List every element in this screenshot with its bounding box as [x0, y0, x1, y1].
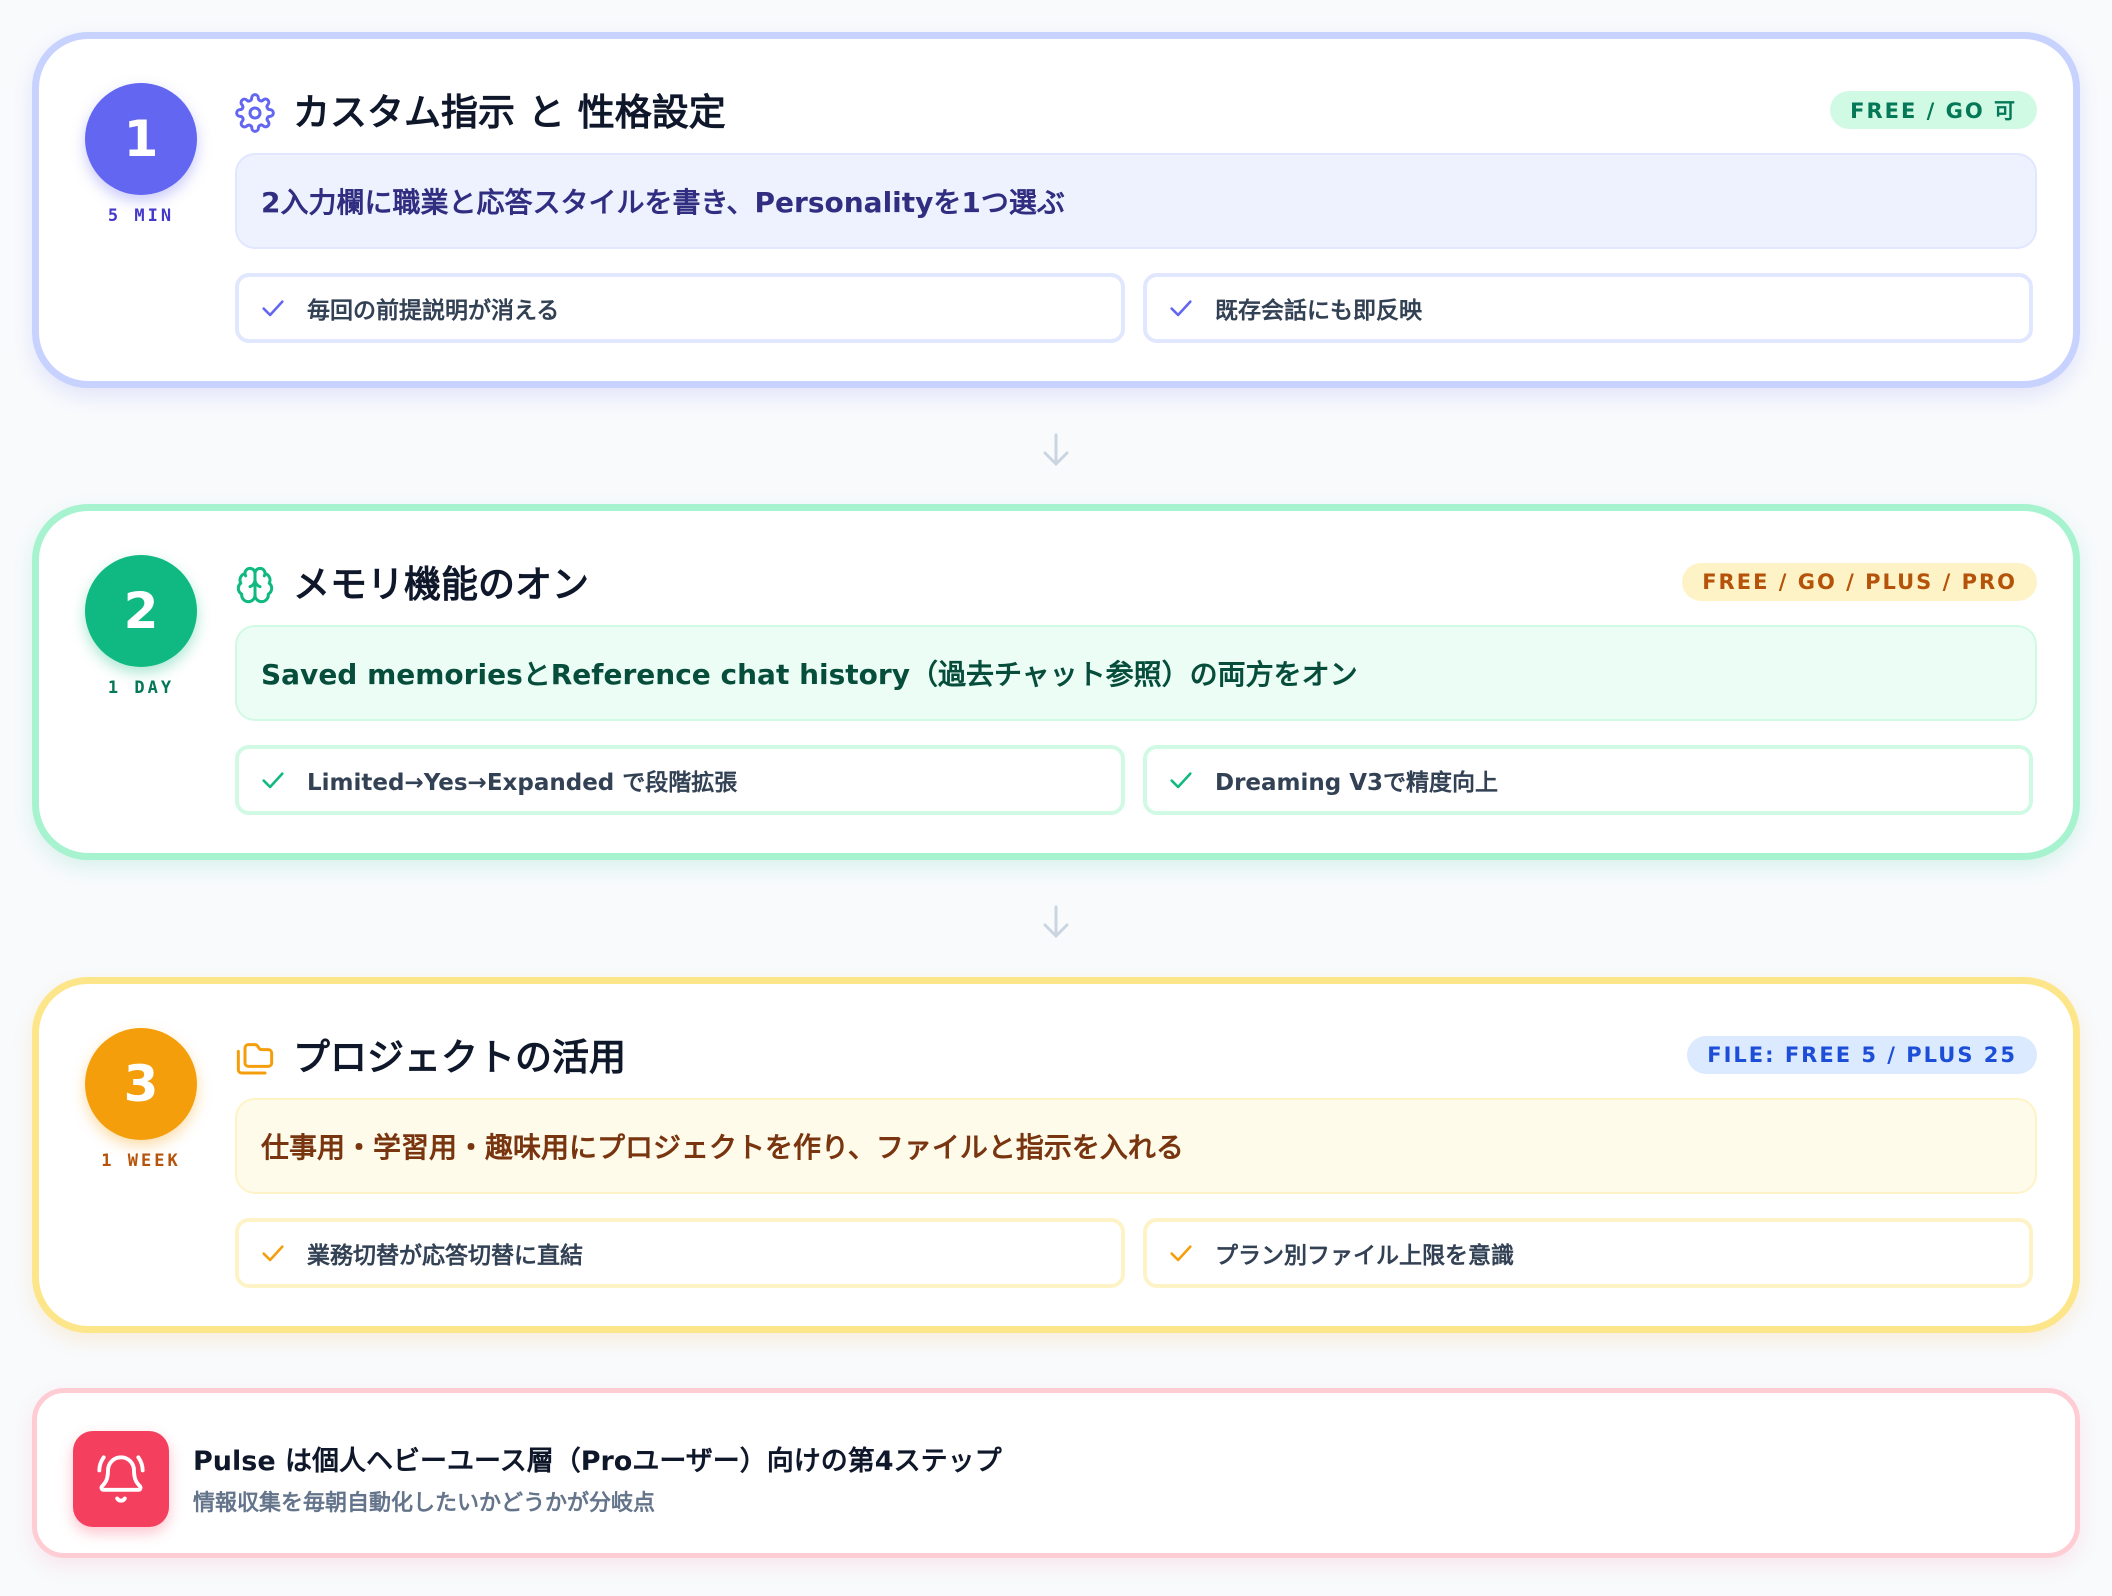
- step-action: 2入力欄に職業と応答スタイルを書き、Personalityを1つ選ぶ: [235, 153, 2037, 249]
- plan-badge: FREE / GO / PLUS / PRO: [1682, 563, 2037, 601]
- check-icon: [262, 1245, 284, 1262]
- benefit-item: Dreaming V3で精度向上: [1143, 745, 2033, 815]
- step-title: メモリ機能のオン: [293, 563, 589, 606]
- step-duration: 1 WEEK: [101, 1151, 181, 1171]
- check-icon: [1170, 300, 1192, 317]
- benefit-item: プラン別ファイル上限を意識: [1143, 1218, 2033, 1288]
- brain-icon: [236, 566, 274, 604]
- steps-page: 1 5 MIN カスタム指示 と 性格設定 FREE / GO 可 2入力欄に職…: [0, 0, 2112, 1596]
- benefit-text: 毎回の前提説明が消える: [307, 298, 560, 324]
- step-duration: 1 DAY: [107, 678, 175, 698]
- folders-icon: [236, 1043, 274, 1075]
- step-number-badge: 2: [85, 555, 197, 667]
- step-duration: 5 MIN: [107, 206, 175, 226]
- bell-ring-icon: [97, 1455, 145, 1503]
- plan-badge: FILE: FREE 5 / PLUS 25: [1687, 1036, 2037, 1074]
- step-card-1: 1 5 MIN カスタム指示 と 性格設定 FREE / GO 可 2入力欄に職…: [32, 32, 2080, 388]
- benefit-item: 毎回の前提説明が消える: [235, 273, 1125, 343]
- check-icon: [262, 772, 284, 789]
- benefit-text: Limited→Yes→Expanded で段階拡張: [307, 770, 738, 796]
- pulse-note: Pulse は個人ヘビーユース層（Proユーザー）向けの第4ステップ 情報収集を…: [32, 1388, 2080, 1558]
- benefit-item: Limited→Yes→Expanded で段階拡張: [235, 745, 1125, 815]
- step-action: 仕事用・学習用・趣味用にプロジェクトを作り、ファイルと指示を入れる: [235, 1098, 2037, 1194]
- check-icon: [262, 300, 284, 317]
- step-number-badge: 3: [85, 1028, 197, 1140]
- pulse-subtitle: 情報収集を毎朝自動化したいかどうかが分岐点: [193, 1491, 656, 1516]
- check-icon: [1170, 772, 1192, 789]
- benefit-text: プラン別ファイル上限を意識: [1215, 1243, 1514, 1269]
- step-title: カスタム指示 と 性格設定: [293, 91, 726, 134]
- arrow-down-icon: [1043, 433, 1069, 466]
- benefit-text: 業務切替が応答切替に直結: [307, 1243, 583, 1269]
- step-card-3: 3 1 WEEK プロジェクトの活用 FILE: FREE 5 / PLUS 2…: [32, 977, 2080, 1333]
- plan-badge: FREE / GO 可: [1830, 91, 2037, 129]
- gear-icon: [235, 93, 275, 133]
- arrow-down-icon: [1043, 905, 1069, 938]
- step-title: プロジェクトの活用: [293, 1036, 626, 1079]
- bell-icon-box: [73, 1431, 169, 1527]
- benefit-text: Dreaming V3で精度向上: [1215, 770, 1499, 796]
- benefit-item: 業務切替が応答切替に直結: [235, 1218, 1125, 1288]
- check-icon: [1170, 1245, 1192, 1262]
- benefit-text: 既存会話にも即反映: [1215, 298, 1422, 324]
- benefit-item: 既存会話にも即反映: [1143, 273, 2033, 343]
- step-card-2: 2 1 DAY メモリ機能のオン FREE / GO / PLUS / PRO …: [32, 504, 2080, 860]
- step-action: Saved memoriesとReference chat history（過去…: [235, 625, 2037, 721]
- pulse-title: Pulse は個人ヘビーユース層（Proユーザー）向けの第4ステップ: [193, 1446, 1002, 1477]
- step-number-badge: 1: [85, 83, 197, 195]
